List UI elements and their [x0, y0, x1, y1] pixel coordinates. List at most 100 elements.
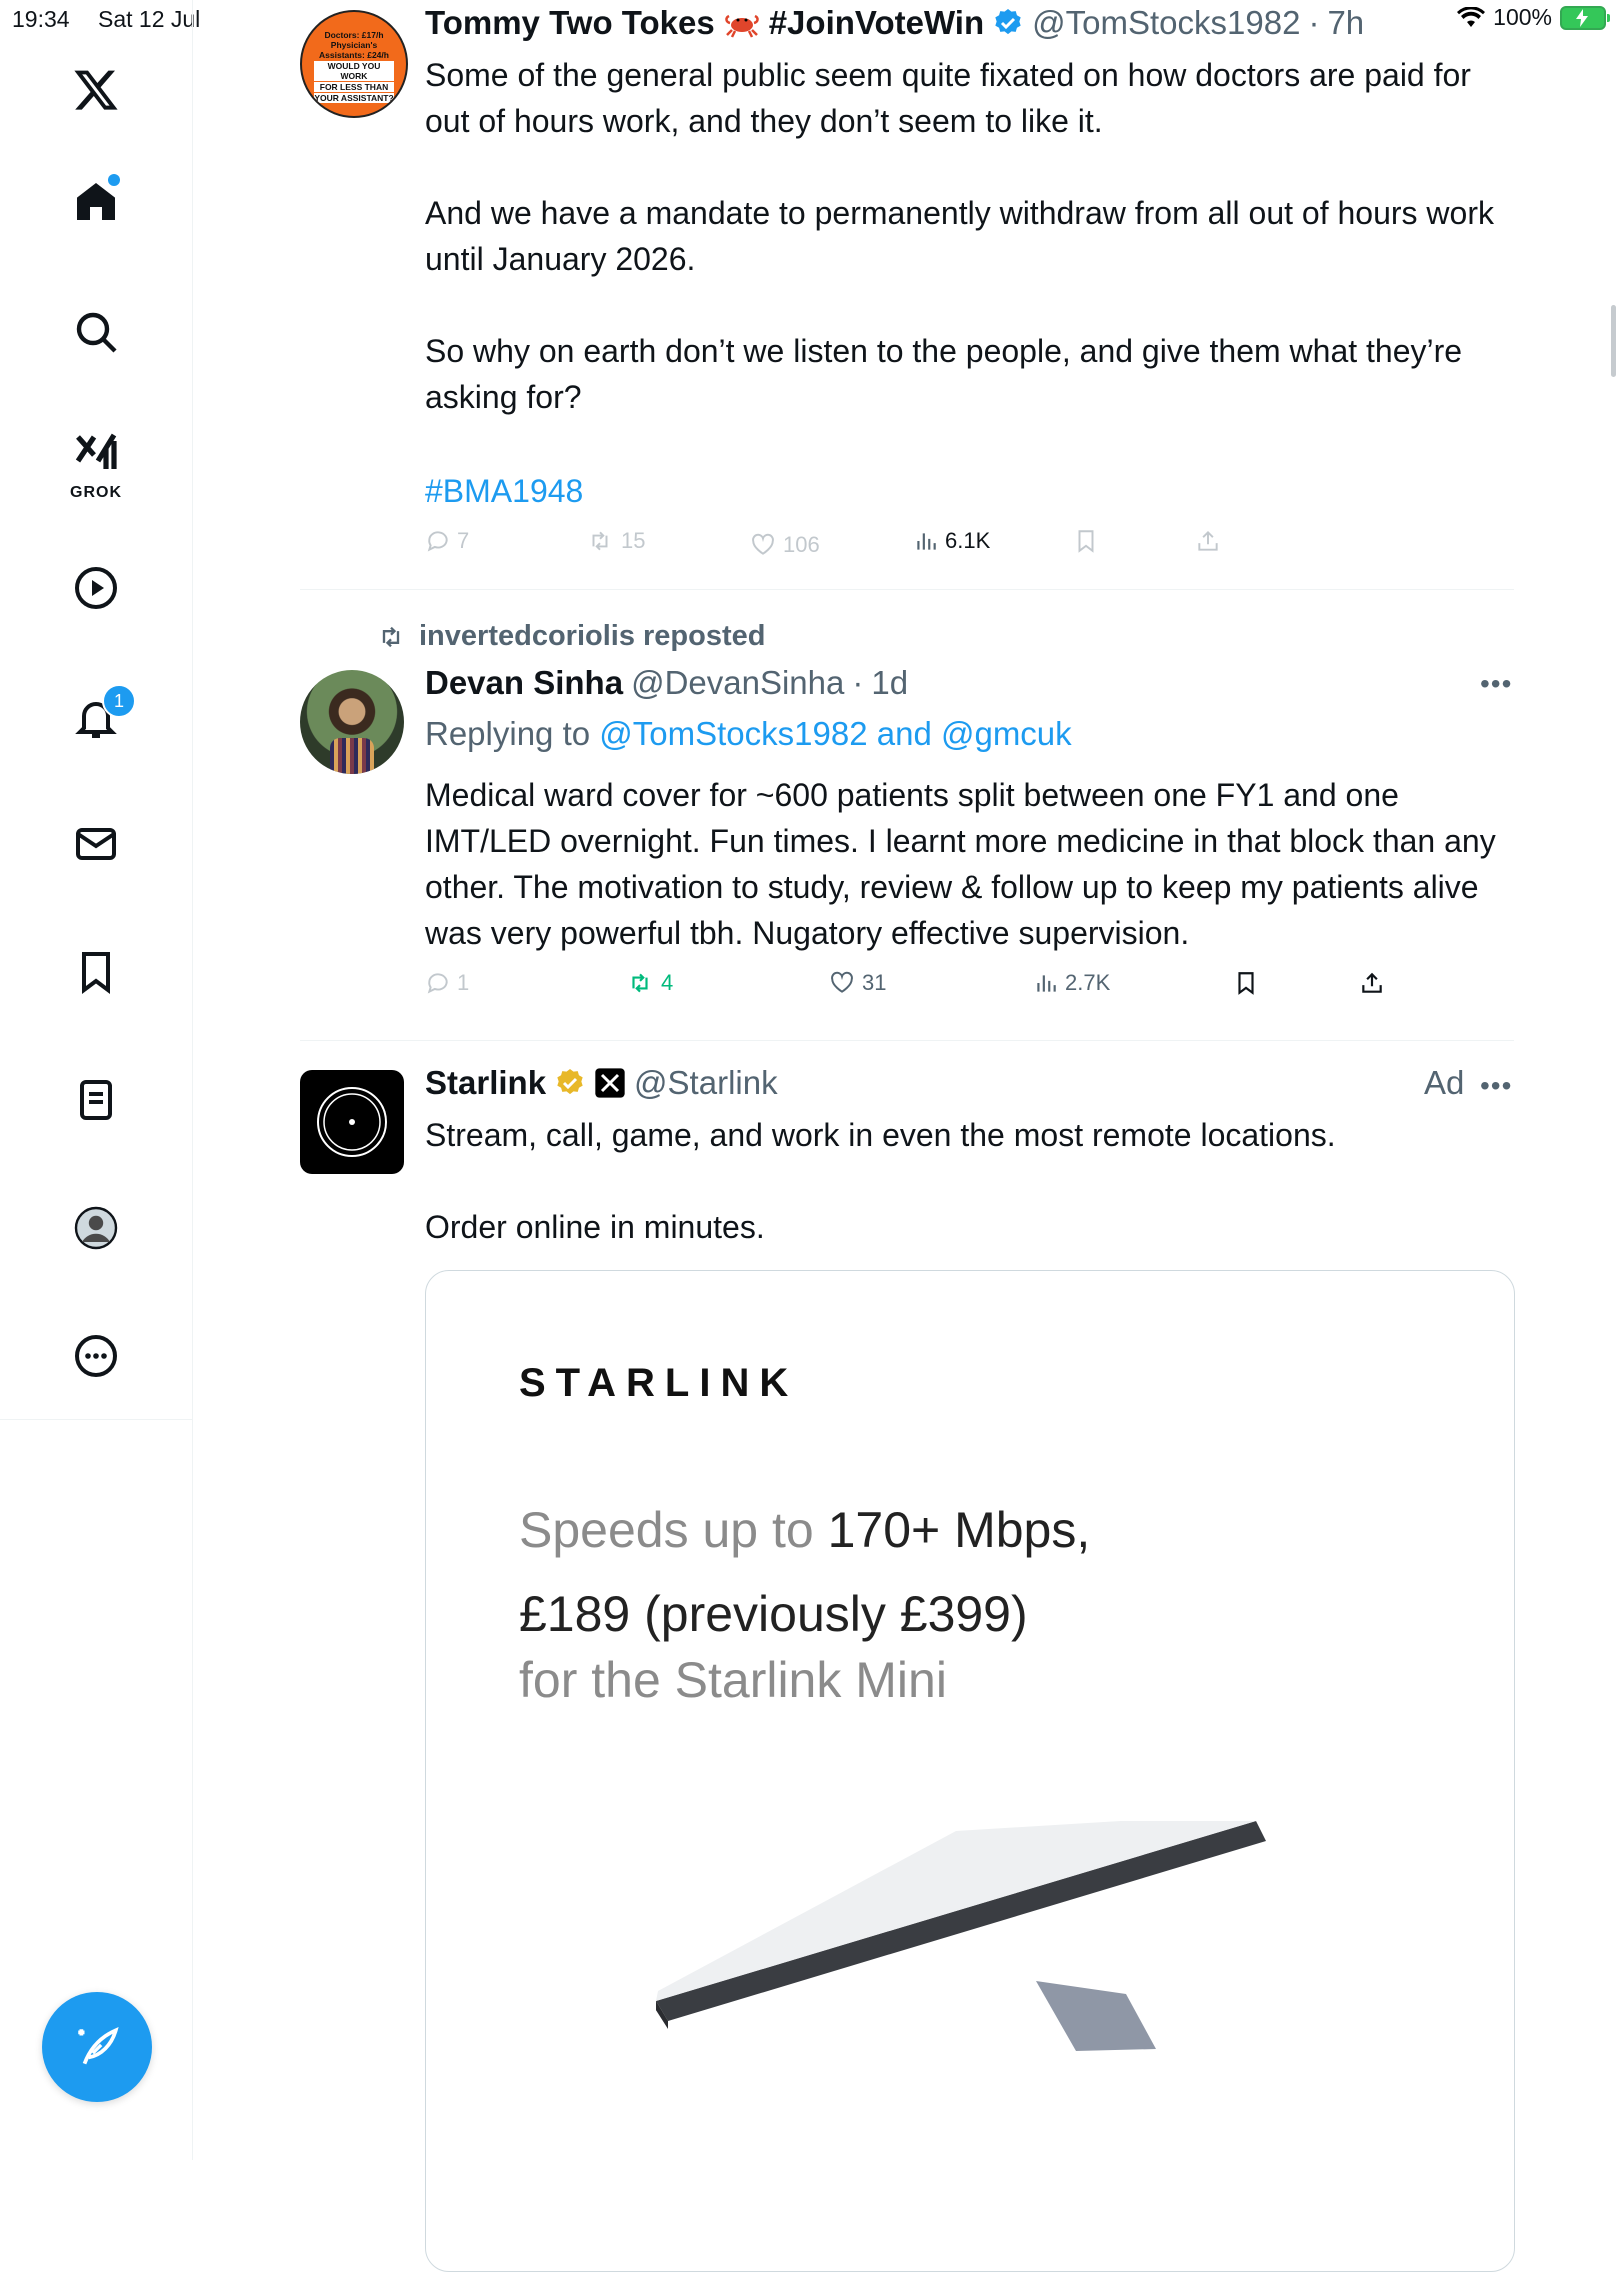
sidebar-separator	[0, 1419, 192, 1420]
avatar-text-line: WOULD YOU WORK	[314, 61, 394, 81]
avatar-text-line: FOR LESS THAN	[314, 82, 394, 92]
bookmark-button[interactable]	[1233, 970, 1259, 996]
share-button[interactable]	[1359, 970, 1385, 996]
starlink-mini-dish-image	[656, 1821, 1266, 2051]
verified-badge-icon	[995, 9, 1021, 35]
avatar[interactable]	[300, 670, 404, 774]
sidebar-item-more[interactable]	[64, 1324, 128, 1388]
profile-avatar-icon	[74, 1206, 118, 1250]
ad-label: Ad	[1424, 1064, 1465, 1101]
new-posts-dot	[108, 174, 120, 186]
tweet-header: Tommy Two Tokes #JoinVoteWin @TomStocks1…	[425, 4, 1364, 42]
scrollbar[interactable]	[1611, 305, 1616, 377]
battery-percent: 100%	[1493, 4, 1552, 30]
author-name[interactable]: Starlink	[425, 1064, 546, 1102]
avatar-text-line: Physician's	[330, 40, 378, 50]
price-line: £189 (previously £399)	[519, 1586, 1028, 1642]
tweet-text: Some of the general public seem quite fi…	[425, 57, 1494, 415]
reply-button[interactable]: 1	[425, 970, 469, 996]
mail-icon	[76, 828, 116, 860]
sidebar-item-search[interactable]	[64, 300, 128, 364]
like-button[interactable]: 31	[828, 970, 886, 996]
repost-count: 4	[661, 970, 674, 995]
like-button[interactable]: 106	[749, 532, 820, 558]
hashtag-link[interactable]: #BMA1948	[425, 468, 1515, 514]
speed-value: 170+ Mbps,	[827, 1502, 1091, 1558]
author-handle[interactable]: @DevanSinha	[631, 664, 844, 702]
repost-button[interactable]: 4	[625, 970, 673, 996]
compose-post-button[interactable]	[42, 1992, 152, 2102]
views-count: 2.7K	[1065, 970, 1111, 995]
sidebar-item-grok[interactable]: GROK	[64, 420, 128, 501]
product-line: for the Starlink Mini	[519, 1652, 947, 1708]
sidebar: GROK 1	[0, 0, 193, 2160]
heart-icon	[752, 533, 774, 555]
avatar[interactable]: Doctors: £17/h Physician's Assistants: £…	[300, 10, 408, 118]
avatar-text-line: YOUR ASSISTANT?	[314, 93, 394, 103]
reply-icon	[427, 531, 448, 552]
share-button[interactable]	[1195, 528, 1221, 554]
speed-prefix: Speeds up to	[519, 1502, 828, 1558]
like-count: 106	[783, 532, 820, 557]
ad-media-card[interactable]: STARLINK Speeds up to 170+ Mbps, £189 (p…	[425, 1270, 1515, 2272]
speed-line: Speeds up to 170+ Mbps,	[519, 1501, 1090, 1559]
grok-label: GROK	[70, 484, 122, 501]
reply-count: 7	[457, 528, 470, 553]
reply-icon	[427, 973, 448, 994]
repost-icon	[592, 531, 608, 551]
more-options-icon[interactable]: •••	[1480, 1070, 1512, 1102]
reply-count: 1	[457, 970, 470, 995]
starlink-logo-icon	[317, 1087, 387, 1157]
sidebar-item-home[interactable]	[64, 170, 128, 234]
replying-prefix: Replying to	[425, 715, 591, 752]
repost-count: 15	[621, 528, 646, 553]
sidebar-item-lists[interactable]	[64, 1068, 128, 1132]
author-handle[interactable]: @TomStocks1982	[1032, 4, 1300, 42]
tweet-header: Devan Sinha @DevanSinha · 1d	[425, 664, 908, 702]
sidebar-item-messages[interactable]	[64, 812, 128, 876]
views-button[interactable]: 6.1K	[913, 528, 990, 554]
avatar-text-line: Assistants: £24/h	[319, 50, 389, 60]
avatar[interactable]	[300, 1070, 404, 1174]
author-name[interactable]: Devan Sinha	[425, 664, 623, 702]
replying-to-links[interactable]: @TomStocks1982 and @gmcuk	[599, 715, 1071, 752]
repost-icon	[632, 973, 648, 993]
repost-icon	[382, 626, 400, 647]
author-name[interactable]: Tommy Two Tokes	[425, 4, 715, 42]
time-separator: ·	[1308, 4, 1320, 41]
author-name-suffix: #JoinVoteWin	[768, 4, 985, 41]
views-chart-icon	[917, 533, 936, 550]
repost-button[interactable]: 15	[585, 528, 645, 554]
reposted-by-text[interactable]: invertedcoriolis reposted	[419, 620, 766, 653]
sidebar-item-profile[interactable]	[64, 1196, 128, 1260]
replying-to: Replying to @TomStocks1982 and @gmcuk	[425, 715, 1072, 753]
heart-icon	[831, 971, 853, 993]
like-count: 31	[862, 970, 887, 995]
crab-icon	[724, 14, 759, 38]
tweet-divider	[300, 1040, 1514, 1041]
battery-icon	[1560, 5, 1610, 30]
lists-icon	[80, 1080, 112, 1120]
grok-icon	[75, 433, 117, 469]
tweet-time[interactable]: 1d	[871, 664, 908, 702]
repost-indicator: invertedcoriolis reposted	[375, 620, 766, 653]
tweet-time[interactable]: 7h	[1327, 4, 1364, 42]
more-options-icon[interactable]: •••	[1480, 668, 1512, 700]
sidebar-item-notifications[interactable]: 1	[64, 684, 136, 750]
x-logo-icon[interactable]	[64, 58, 128, 122]
time-separator: ·	[852, 664, 864, 701]
search-icon	[76, 312, 117, 353]
sidebar-item-video[interactable]	[64, 556, 128, 620]
starlink-wordmark: STARLINK	[519, 1361, 799, 1405]
share-icon	[1362, 972, 1382, 993]
reply-button[interactable]: 7	[425, 528, 469, 554]
play-circle-icon	[75, 567, 117, 609]
views-button[interactable]: 2.7K	[1033, 970, 1110, 996]
sidebar-item-bookmarks[interactable]	[64, 940, 128, 1004]
status-right: 100%	[1457, 4, 1610, 31]
bookmark-icon	[1078, 530, 1094, 553]
author-handle[interactable]: @Starlink	[634, 1064, 778, 1102]
bookmark-button[interactable]	[1073, 528, 1099, 554]
tweet-text: Medical ward cover for ~600 patients spl…	[425, 777, 1505, 951]
notifications-badge: 1	[102, 684, 136, 718]
